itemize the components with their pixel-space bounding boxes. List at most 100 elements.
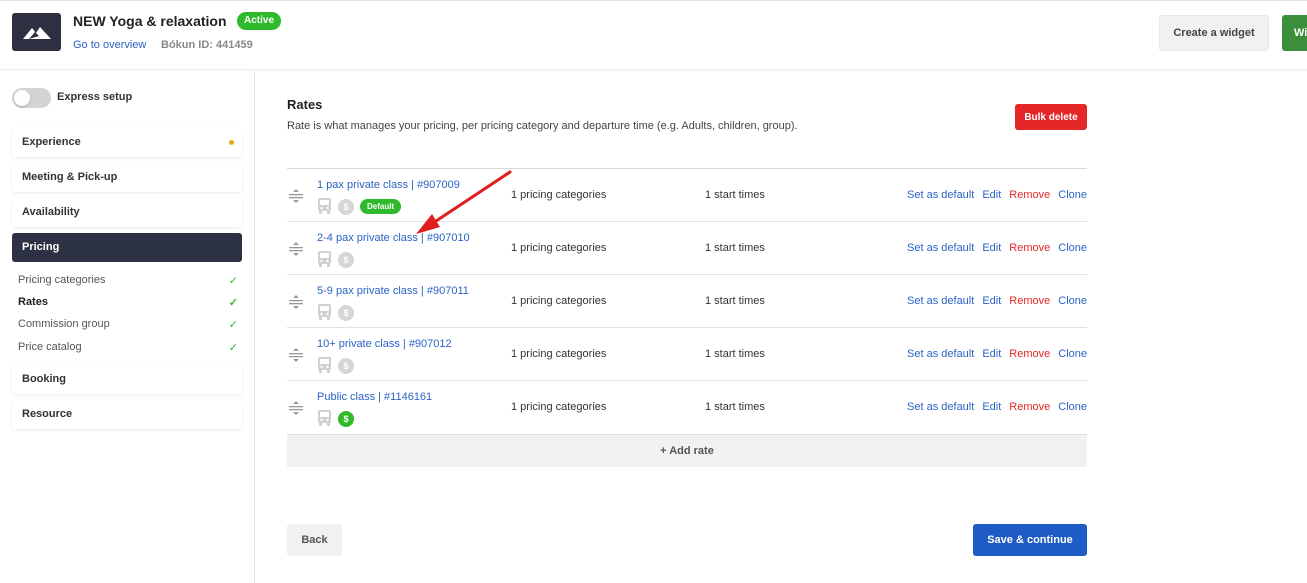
set-default-link[interactable]: Set as default (907, 401, 974, 413)
header-green-button[interactable]: Wi (1282, 15, 1307, 51)
sidebar-subitem-rates[interactable]: Rates ✓ (18, 296, 238, 309)
toggle-knob (14, 90, 30, 106)
sidebar-subitem-pricing-categories[interactable]: Pricing categories ✓ (18, 274, 238, 287)
sidebar-item-pricing[interactable]: Pricing (12, 233, 242, 262)
row-actions: Set as default Edit Remove Clone (907, 401, 1087, 413)
product-title: NEW Yoga & relaxation (73, 13, 227, 29)
back-button[interactable]: Back (287, 524, 342, 556)
drag-handle-icon[interactable] (289, 189, 303, 203)
row-actions: Set as default Edit Remove Clone (907, 295, 1087, 307)
table-row: 5-9 pax private class | #907011 $ 1 pric… (287, 274, 1087, 327)
start-times-count: 1 start times (705, 348, 765, 360)
mountain-icon (22, 27, 51, 39)
edit-link[interactable]: Edit (982, 401, 1001, 413)
bus-icon (318, 304, 331, 320)
sidebar-item-label: Experience (22, 136, 81, 148)
dollar-icon: $ (338, 198, 354, 215)
clone-link[interactable]: Clone (1058, 295, 1087, 307)
rate-icons: $ (317, 251, 354, 268)
sidebar-item-availability[interactable]: Availability (12, 198, 242, 227)
express-setup-label: Express setup (57, 91, 133, 103)
sidebar-subitem-commission-group[interactable]: Commission group ✓ (18, 318, 238, 331)
set-default-link[interactable]: Set as default (907, 295, 974, 307)
rate-name-link[interactable]: 1 pax private class | #907009 (317, 179, 460, 191)
edit-link[interactable]: Edit (982, 295, 1001, 307)
clone-link[interactable]: Clone (1058, 348, 1087, 360)
sidebar-item-experience[interactable]: Experience (12, 128, 242, 157)
pricing-categories-count: 1 pricing categories (511, 189, 607, 201)
table-row: 1 pax private class | #907009 $ Default … (287, 168, 1087, 221)
sidebar-item-label: Booking (22, 373, 66, 385)
subitem-label: Rates (18, 296, 48, 308)
add-rate-button[interactable]: + Add rate (287, 434, 1087, 467)
remove-link[interactable]: Remove (1009, 242, 1050, 254)
subitem-label: Commission group (18, 318, 110, 330)
row-actions: Set as default Edit Remove Clone (907, 348, 1087, 360)
remove-link[interactable]: Remove (1009, 295, 1050, 307)
status-badge: Active (237, 12, 282, 30)
pricing-categories-count: 1 pricing categories (511, 401, 607, 413)
edit-link[interactable]: Edit (982, 242, 1001, 254)
clone-link[interactable]: Clone (1058, 401, 1087, 413)
drag-handle-icon[interactable] (289, 242, 303, 256)
check-icon: ✓ (228, 319, 238, 331)
clone-link[interactable]: Clone (1058, 189, 1087, 201)
rate-name-link[interactable]: 2-4 pax private class | #907010 (317, 232, 470, 244)
sidebar-item-meeting-pickup[interactable]: Meeting & Pick-up (12, 163, 242, 192)
clone-link[interactable]: Clone (1058, 242, 1087, 254)
product-logo[interactable] (12, 13, 61, 51)
sidebar-item-label: Availability (22, 206, 80, 218)
drag-handle-icon[interactable] (289, 348, 303, 362)
rate-name-link[interactable]: Public class | #1146161 (317, 391, 432, 403)
sidebar-item-booking[interactable]: Booking (12, 365, 242, 394)
table-row: Public class | #1146161 $ 1 pricing cate… (287, 380, 1087, 433)
rate-icons: $ (317, 304, 354, 321)
set-default-link[interactable]: Set as default (907, 189, 974, 201)
row-actions: Set as default Edit Remove Clone (907, 242, 1087, 254)
sidebar-item-resource[interactable]: Resource (12, 400, 242, 429)
edit-link[interactable]: Edit (982, 189, 1001, 201)
check-icon: ✓ (228, 275, 238, 287)
go-to-overview-link[interactable]: Go to overview (73, 39, 146, 51)
sidebar-subitem-price-catalog[interactable]: Price catalog ✓ (18, 341, 238, 354)
save-continue-button[interactable]: Save & continue (973, 524, 1087, 556)
create-widget-button[interactable]: Create a widget (1159, 15, 1269, 51)
remove-link[interactable]: Remove (1009, 189, 1050, 201)
bus-icon (318, 198, 331, 214)
page-description: Rate is what manages your pricing, per p… (287, 120, 798, 132)
pricing-categories-count: 1 pricing categories (511, 295, 607, 307)
dollar-icon: $ (338, 304, 354, 321)
remove-link[interactable]: Remove (1009, 401, 1050, 413)
bus-icon (318, 410, 331, 426)
rate-icons: $ (317, 357, 354, 374)
pricing-categories-count: 1 pricing categories (511, 348, 607, 360)
app-header: NEW Yoga & relaxation Active Go to overv… (0, 0, 1307, 70)
set-default-link[interactable]: Set as default (907, 348, 974, 360)
rates-table: 1 pax private class | #907009 $ Default … (287, 168, 1087, 433)
table-row: 10+ private class | #907012 $ 1 pricing … (287, 327, 1087, 380)
sidebar-item-label: Resource (22, 408, 73, 420)
default-badge: Default (360, 199, 402, 214)
dollar-icon: $ (338, 410, 354, 427)
start-times-count: 1 start times (705, 242, 765, 254)
remove-link[interactable]: Remove (1009, 348, 1050, 360)
start-times-count: 1 start times (705, 189, 765, 201)
drag-handle-icon[interactable] (289, 401, 303, 415)
set-default-link[interactable]: Set as default (907, 242, 974, 254)
rate-name-link[interactable]: 5-9 pax private class | #907011 (317, 285, 469, 297)
bulk-delete-button[interactable]: Bulk delete (1015, 104, 1087, 130)
bus-icon (318, 357, 331, 373)
start-times-count: 1 start times (705, 295, 765, 307)
edit-link[interactable]: Edit (982, 348, 1001, 360)
rate-name-link[interactable]: 10+ private class | #907012 (317, 338, 452, 350)
incomplete-dot (229, 140, 234, 145)
rate-icons: $ (317, 410, 354, 427)
express-setup-toggle[interactable] (12, 88, 51, 108)
start-times-count: 1 start times (705, 401, 765, 413)
subitem-label: Price catalog (18, 341, 82, 353)
dollar-icon: $ (338, 357, 354, 374)
drag-handle-icon[interactable] (289, 295, 303, 309)
sidebar: Express setup Experience Meeting & Pick-… (0, 71, 255, 583)
sidebar-item-label: Pricing (22, 241, 60, 253)
check-icon: ✓ (228, 297, 238, 309)
